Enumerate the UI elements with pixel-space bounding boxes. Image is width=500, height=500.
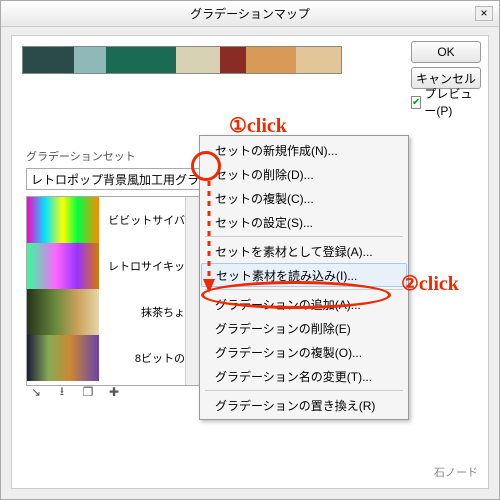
gradient-set-label: グラデーションセット [26, 148, 201, 164]
checkbox-icon: ✔ [411, 96, 421, 109]
annotation-circle-1 [191, 151, 221, 181]
export-icon[interactable]: ⭳ [52, 382, 72, 402]
gradient-set-group: グラデーションセット レトロポップ背景風加工用グラデ ▼ 🔧 ビビットサイバー … [26, 148, 201, 386]
annotation-click2: ②click [401, 271, 459, 296]
list-item[interactable]: ビビットサイバー [27, 197, 200, 243]
menu-item[interactable]: グラデーションの削除(E) [201, 316, 407, 340]
right-button-column: OK キャンセル ✔ プレビュー(P) [411, 41, 481, 111]
menu-item[interactable]: セットの新規作成(N)... [201, 138, 407, 162]
scrollbar[interactable] [185, 197, 200, 385]
list-item[interactable]: 抹茶ちょこ [27, 289, 200, 335]
titlebar: グラデーションマップ × [1, 1, 499, 27]
duplicate-icon[interactable]: ❐ [78, 382, 98, 402]
close-icon[interactable]: × [475, 6, 493, 21]
annotation-click1: ①click [229, 113, 287, 138]
menu-item[interactable]: セットの削除(D)... [201, 162, 407, 186]
ok-button[interactable]: OK [411, 41, 481, 63]
menu-item[interactable]: グラデーションの置き換え(R) [201, 393, 407, 417]
dialog-title: グラデーションマップ [190, 5, 310, 22]
preview-label: プレビュー(P) [424, 85, 481, 119]
annotation-arrow-icon [201, 181, 221, 301]
list-item[interactable]: 8ビットの夜 [27, 335, 200, 381]
list-toolbar: ↘ ⭳ ❐ ✚ [26, 382, 124, 402]
import-icon[interactable]: ↘ [26, 382, 46, 402]
gradient-list[interactable]: ビビットサイバー レトロサイキック 抹茶ちょこ 8ビットの夜 [26, 196, 201, 386]
preview-checkbox[interactable]: ✔ プレビュー(P) [411, 93, 481, 111]
corner-label: 石ノード [434, 464, 478, 480]
menu-item[interactable]: セットを素材として登録(A)... [201, 239, 407, 263]
menu-item[interactable]: セットの複製(C)... [201, 186, 407, 210]
annotation-oval-2 [201, 281, 391, 309]
add-icon[interactable]: ✚ [104, 382, 124, 402]
menu-item[interactable]: グラデーションの複製(O)... [201, 340, 407, 364]
list-item[interactable]: レトロサイキック [27, 243, 200, 289]
gradation-map-dialog: グラデーションマップ × ◀ ▶ 🔒 🪣 位置(O): ▲ ▼ [0, 0, 500, 500]
context-menu: セットの新規作成(N)...セットの削除(D)...セットの複製(C)...セッ… [199, 135, 409, 420]
menu-item[interactable]: セットの設定(S)... [201, 210, 407, 234]
menu-item[interactable]: グラデーション名の変更(T)... [201, 364, 407, 388]
gradient-preview-bar[interactable] [22, 46, 342, 74]
